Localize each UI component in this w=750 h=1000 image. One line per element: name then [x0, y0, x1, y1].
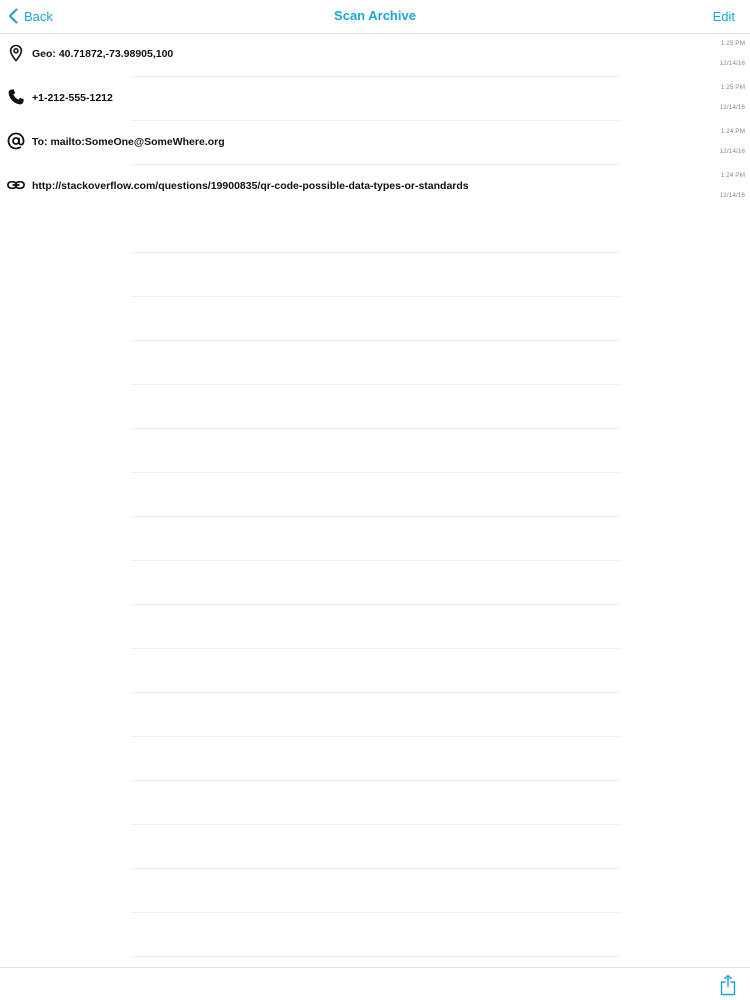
- record-date: 12/14/16: [719, 192, 745, 199]
- back-label: Back: [24, 8, 53, 24]
- list-item[interactable]: Geo: 40.71872,-73.98905,100 1:25 PM 12/1…: [0, 33, 750, 77]
- location-pin-icon: [7, 44, 25, 62]
- edit-button[interactable]: Edit: [713, 9, 735, 24]
- record-text: +1-212-555-1212: [32, 92, 113, 104]
- page-title: Scan Archive: [334, 8, 416, 23]
- record-text: Geo: 40.71872,-73.98905,100: [32, 48, 174, 60]
- list-item[interactable]: +1-212-555-1212 1:25 PM 12/14/16: [0, 77, 750, 121]
- link-icon: [7, 176, 25, 194]
- navigation-bar: Back Scan Archive Edit: [0, 0, 750, 34]
- chevron-left-icon: [8, 8, 18, 24]
- record-time: 1:24 PM: [720, 172, 745, 179]
- empty-row: [130, 869, 620, 913]
- empty-row: [130, 913, 620, 957]
- record-date: 12/14/16: [719, 60, 745, 67]
- empty-row: [130, 605, 620, 649]
- record-time: 1:24 PM: [720, 128, 745, 135]
- share-icon: [720, 974, 736, 996]
- bottom-toolbar: [0, 967, 750, 1000]
- empty-row: [130, 737, 620, 781]
- scan-records-list: Geo: 40.71872,-73.98905,100 1:25 PM 12/1…: [0, 33, 750, 209]
- scan-archive-screen: Back Scan Archive Edit Geo: 40.71872,-73…: [0, 0, 750, 1000]
- record-text: To: mailto:SomeOne@SomeWhere.org: [32, 136, 225, 148]
- empty-row: [130, 693, 620, 737]
- empty-row: [130, 209, 620, 253]
- empty-row: [130, 517, 620, 561]
- empty-row: [130, 253, 620, 297]
- record-text: http://stackoverflow.com/questions/19900…: [32, 180, 469, 192]
- empty-rows: [130, 209, 620, 957]
- record-time: 1:25 PM: [720, 40, 745, 47]
- phone-icon: [7, 88, 25, 106]
- list-item[interactable]: To: mailto:SomeOne@SomeWhere.org 1:24 PM…: [0, 121, 750, 165]
- empty-row: [130, 297, 620, 341]
- empty-row: [130, 341, 620, 385]
- empty-row: [130, 825, 620, 869]
- empty-row: [130, 781, 620, 825]
- back-button[interactable]: Back: [8, 6, 53, 26]
- record-time: 1:25 PM: [720, 84, 745, 91]
- empty-row: [130, 473, 620, 517]
- record-date: 12/14/16: [719, 104, 745, 111]
- at-sign-icon: [7, 132, 25, 150]
- empty-row: [130, 649, 620, 693]
- list-item[interactable]: http://stackoverflow.com/questions/19900…: [0, 165, 750, 209]
- share-button[interactable]: [720, 974, 736, 996]
- empty-row: [130, 429, 620, 473]
- empty-row: [130, 561, 620, 605]
- record-date: 12/14/16: [719, 148, 745, 155]
- empty-row: [130, 385, 620, 429]
